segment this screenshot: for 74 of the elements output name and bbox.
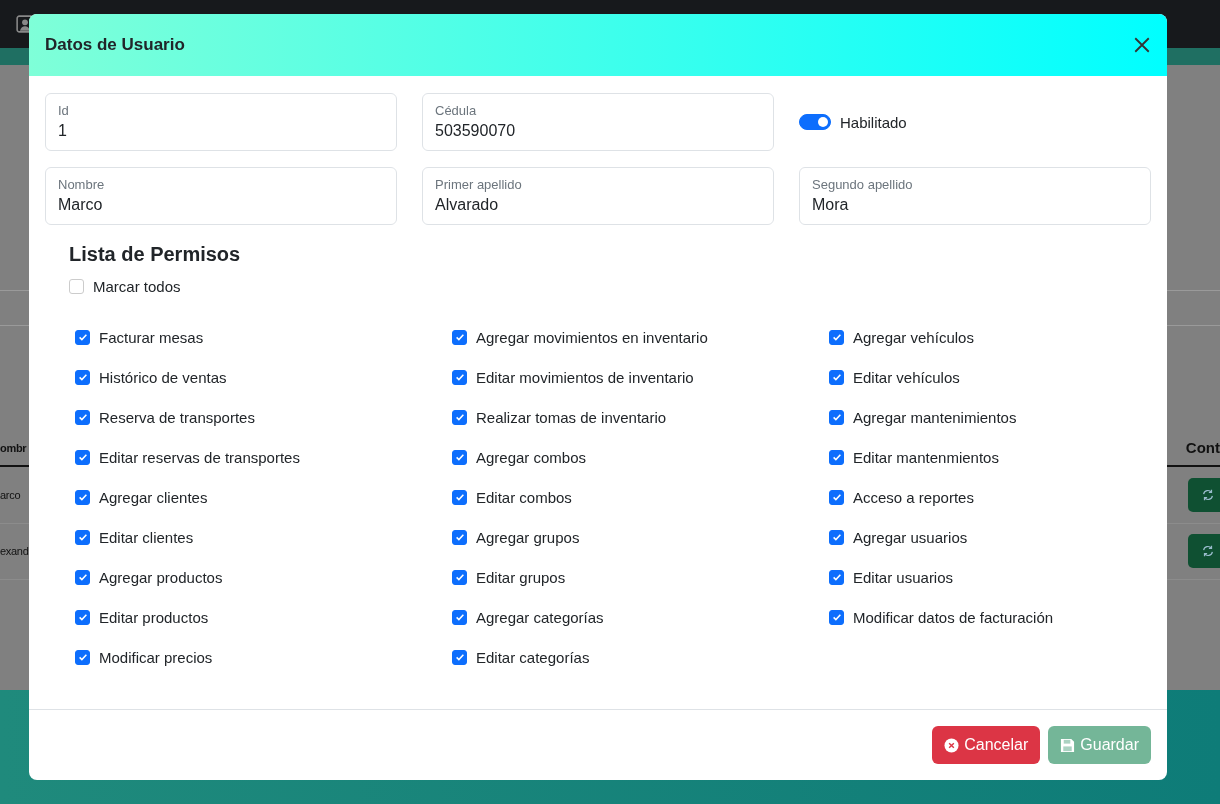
toggle-label: Habilitado <box>840 113 907 131</box>
x-circle-icon <box>944 737 960 753</box>
checkbox[interactable] <box>829 609 844 625</box>
checkbox-label: Modificar precios <box>99 648 213 666</box>
checkbox-label: Editar combos <box>476 488 572 506</box>
checkbox-label: Editar clientes <box>99 528 194 546</box>
checkbox[interactable] <box>452 409 467 425</box>
checkbox[interactable] <box>452 489 467 505</box>
checkbox-label: Agregar movimientos en inventario <box>476 328 708 346</box>
checkbox-label: Histórico de ventas <box>99 368 227 386</box>
checkbox-label: Facturar mesas <box>99 328 204 346</box>
checkbox[interactable] <box>829 329 844 345</box>
checkbox-label: Agregar grupos <box>476 528 580 546</box>
checkbox[interactable] <box>75 369 90 385</box>
checkbox[interactable] <box>75 449 90 465</box>
close-icon[interactable] <box>1133 36 1151 54</box>
checkbox-label: Agregar clientes <box>99 488 208 506</box>
checkbox-label: Editar categorías <box>476 648 590 666</box>
dialog-title: Datos de Usuario <box>45 35 185 55</box>
checkbox[interactable] <box>75 569 90 585</box>
checkbox-label: Modificar datos de facturación <box>853 608 1054 626</box>
checkbox-label: Editar productos <box>99 608 209 626</box>
checkbox[interactable] <box>75 489 90 505</box>
checkbox[interactable] <box>75 609 90 625</box>
checkbox[interactable] <box>829 489 844 505</box>
checkbox-label: Agregar usuarios <box>853 528 968 546</box>
checkbox[interactable] <box>75 529 90 545</box>
text-field[interactable]: Nombre Marco <box>45 167 397 225</box>
checkbox[interactable] <box>829 569 844 585</box>
refresh-icon <box>1201 544 1215 558</box>
checkbox-label: Agregar vehículos <box>853 328 974 346</box>
refresh-icon <box>1201 488 1215 502</box>
checkbox[interactable] <box>75 649 90 665</box>
table-cell: arco <box>0 489 21 501</box>
checkbox-label: Acceso a reportes <box>853 488 974 506</box>
checkbox[interactable] <box>452 369 467 385</box>
checkbox-label: Editar mantenmientos <box>853 448 999 466</box>
toggle-switch[interactable] <box>799 114 831 130</box>
text-field[interactable]: Primer apellido Alvarado <box>422 167 774 225</box>
checkbox-label: Editar reservas de transportes <box>99 448 300 466</box>
checkbox[interactable] <box>452 609 467 625</box>
checkbox-label: Editar movimientos de inventario <box>476 368 694 386</box>
checkbox[interactable] <box>829 449 844 465</box>
refresh-button[interactable] <box>1188 478 1220 512</box>
checkbox-label: Reserva de transportes <box>99 408 255 426</box>
refresh-button[interactable] <box>1188 534 1220 568</box>
checkbox[interactable] <box>75 329 90 345</box>
table-cell: exand <box>0 545 29 557</box>
checkbox-label: Marcar todos <box>93 277 181 295</box>
checkbox-label: Editar grupos <box>476 568 566 586</box>
checkbox[interactable] <box>452 649 467 665</box>
table-header-cell: Cont <box>1185 439 1220 456</box>
checkbox[interactable] <box>829 369 844 385</box>
checkbox-label: Agregar combos <box>476 448 587 466</box>
checkbox[interactable] <box>69 278 84 294</box>
checkbox[interactable] <box>452 449 467 465</box>
checkbox-label: Editar usuarios <box>853 568 954 586</box>
checkbox[interactable] <box>829 529 844 545</box>
checkbox[interactable] <box>75 409 90 425</box>
checkbox-label: Realizar tomas de inventario <box>476 408 667 426</box>
checkbox-label: Agregar productos <box>99 568 223 586</box>
cancel-button[interactable]: Cancelar <box>932 726 1041 764</box>
checkbox-label: Agregar mantenimientos <box>853 408 1017 426</box>
table-header-cell: ombr <box>0 441 27 454</box>
checkbox[interactable] <box>829 409 844 425</box>
checkbox-label: Agregar categorías <box>476 608 604 626</box>
text-field[interactable]: Segundo apellido Mora <box>799 167 1151 225</box>
text-field[interactable]: Cédula 503590070 <box>422 93 774 151</box>
checkbox[interactable] <box>452 329 467 345</box>
section-title: Lista de Permisos <box>69 243 242 266</box>
checkbox[interactable] <box>452 569 467 585</box>
text-field[interactable]: Id 1 <box>45 93 397 151</box>
checkbox[interactable] <box>452 529 467 545</box>
checkbox-label: Editar vehículos <box>853 368 960 386</box>
